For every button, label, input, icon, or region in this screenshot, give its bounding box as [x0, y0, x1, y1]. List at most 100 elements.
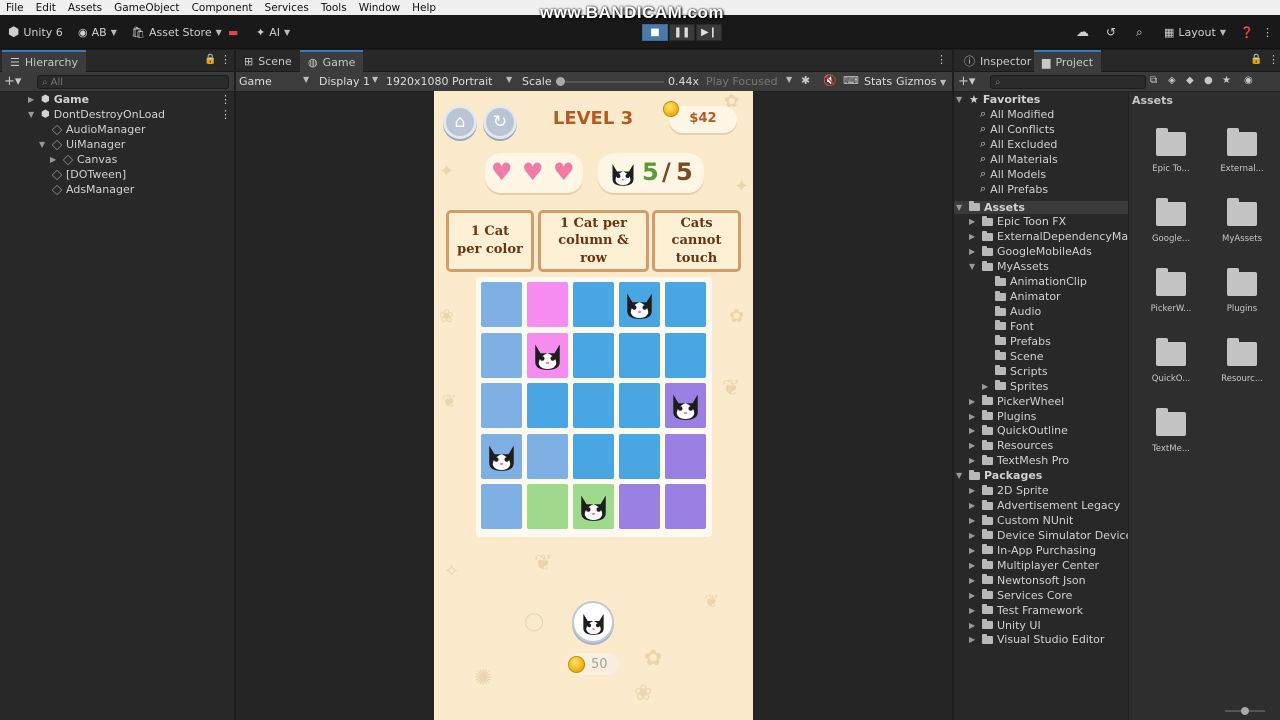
layout-dropdown[interactable]: ▦ Layout ▼	[1164, 23, 1226, 41]
more-options-icon[interactable]: ⋮	[936, 53, 947, 66]
menu-item-assets[interactable]: Assets	[62, 2, 108, 14]
expand-arrow-icon[interactable]: ▶	[28, 95, 37, 104]
asset-grid-item[interactable]: Epic To...	[1129, 128, 1193, 188]
lock-icon[interactable]: 🔒	[204, 54, 216, 65]
display-dropdown[interactable]: Display 1 ▼	[319, 75, 381, 88]
grid-cell[interactable]	[573, 282, 614, 327]
type-filter-icon[interactable]: ◈	[1168, 75, 1176, 86]
assets-section[interactable]: ▼ Assets	[956, 200, 1025, 215]
tab-project[interactable]: ▆ Project	[1034, 50, 1102, 72]
grid-cell[interactable]	[481, 484, 522, 529]
asset-grid-item[interactable]: Resourc...	[1200, 338, 1264, 398]
more-options-icon[interactable]: ⋮	[220, 93, 231, 106]
tab-scene[interactable]: ⊞ Scene	[236, 50, 300, 72]
expand-arrow-icon[interactable]: ▶	[969, 456, 978, 465]
asset-folder[interactable]: Scene	[982, 349, 1044, 364]
scale-slider[interactable]	[556, 77, 664, 86]
cloud-icon[interactable]: ☁	[1076, 23, 1089, 41]
step-button[interactable]: ▶❙	[696, 24, 722, 41]
grid-cell[interactable]	[527, 383, 568, 428]
hierarchy-item[interactable]: AudioManager	[39, 122, 145, 137]
grid-cell[interactable]	[573, 383, 614, 428]
package-item[interactable]: ▶ Newtonsoft Json	[969, 573, 1086, 588]
asset-folder[interactable]: Audio	[982, 304, 1041, 319]
menu-item-tools[interactable]: Tools	[315, 2, 353, 14]
gizmos-dropdown[interactable]: Gizmos ▼	[896, 75, 946, 88]
help-icon[interactable]: ❓	[1240, 23, 1254, 41]
hierarchy-item[interactable]: ▶ ⬢ Game ⋮	[28, 92, 231, 107]
expand-arrow-icon[interactable]: ▶	[969, 531, 978, 540]
grid-cell[interactable]	[527, 282, 568, 327]
packages-section[interactable]: ▼ Packages	[956, 468, 1042, 483]
grid-cell[interactable]	[665, 383, 706, 428]
expand-arrow-icon[interactable]: ▶	[969, 486, 978, 495]
expand-arrow-icon[interactable]: ▶	[969, 397, 978, 406]
search-icon[interactable]: ⌕	[1136, 23, 1143, 41]
tab-inspector[interactable]: ⓘ Inspector	[956, 50, 1039, 72]
expand-arrow-icon[interactable]: ▶	[969, 591, 978, 600]
resolution-dropdown[interactable]: 1920x1080 Portrait ▼	[386, 75, 516, 88]
lock-icon[interactable]: 🔒	[1250, 54, 1262, 65]
hierarchy-item[interactable]: ▶ Canvas	[50, 152, 117, 167]
asset-folder[interactable]: ▶ Plugins	[969, 409, 1036, 424]
menu-item-window[interactable]: Window	[353, 2, 406, 14]
package-item[interactable]: ▶ Services Core	[969, 588, 1072, 603]
grid-cell[interactable]	[573, 433, 614, 479]
record-icon[interactable]: ▬	[228, 23, 238, 41]
grid-cell[interactable]	[527, 484, 568, 529]
expand-arrow-icon[interactable]: ▼	[956, 95, 965, 104]
restart-button[interactable]: ↻	[483, 105, 517, 139]
menu-item-component[interactable]: Component	[186, 2, 259, 14]
expand-arrow-icon[interactable]: ▼	[969, 262, 978, 271]
warning-icon[interactable]: ●	[1204, 75, 1213, 86]
expand-arrow-icon[interactable]: ▶	[969, 516, 978, 525]
star-icon[interactable]: ★	[1222, 75, 1231, 86]
play-focused-dropdown[interactable]: Play Focused ▼	[706, 75, 794, 88]
hierarchy-item[interactable]: ▼ UiManager	[39, 137, 125, 152]
hierarchy-item[interactable]: [DOTween]	[39, 167, 126, 182]
audio-mute-icon[interactable]: 🔇	[823, 74, 837, 87]
asset-folder[interactable]: Font	[982, 319, 1034, 334]
more-options-icon[interactable]: ⋮	[220, 108, 231, 121]
asset-grid-item[interactable]: MyAssets	[1200, 198, 1264, 258]
history-icon[interactable]: ↺	[1106, 23, 1116, 41]
account-dropdown[interactable]: ◉ AB ▼	[78, 23, 117, 41]
expand-arrow-icon[interactable]: ▶	[969, 561, 978, 570]
keyboard-icon[interactable]: ⌨	[843, 74, 859, 87]
package-item[interactable]: ▶ 2D Sprite	[969, 483, 1049, 498]
hierarchy-item[interactable]: AdsManager	[39, 182, 134, 197]
asset-folder[interactable]: ▶ PickerWheel	[969, 394, 1064, 409]
expand-arrow-icon[interactable]: ▶	[982, 382, 991, 391]
grid-cell[interactable]	[665, 282, 706, 327]
asset-folder[interactable]: ▶ GoogleMobileAds	[969, 244, 1092, 259]
favorite-item[interactable]: ⌕ All Excluded	[980, 137, 1057, 152]
icon-size-slider[interactable]	[1225, 707, 1265, 715]
more-options-icon[interactable]: ⋮	[220, 53, 231, 66]
expand-arrow-icon[interactable]: ▼	[39, 140, 48, 149]
expand-arrow-icon[interactable]: ▶	[969, 247, 978, 256]
grid-cell[interactable]	[619, 383, 660, 428]
search-filter-icon[interactable]: ⧉	[1150, 75, 1157, 86]
game-screen[interactable]: ✦ ✿ ✦ ❀ ✿ ❦ ❦ ❦ ✧ ✺ ✿ ❦ ❀ ◯ ⌂ ↻ LEVEL 3 …	[434, 91, 753, 720]
expand-arrow-icon[interactable]: ▶	[969, 546, 978, 555]
grid-cell[interactable]	[619, 282, 660, 327]
asset-folder[interactable]: ▶ QuickOutline	[969, 423, 1068, 438]
more-options-icon[interactable]: ⋮	[1268, 53, 1279, 66]
asset-grid-item[interactable]: Google...	[1129, 198, 1193, 258]
asset-folder[interactable]: Animator	[982, 289, 1061, 304]
package-item[interactable]: ▶ Multiplayer Center	[969, 558, 1099, 573]
package-item[interactable]: ▶ Unity UI	[969, 618, 1041, 633]
stats-button[interactable]: Stats	[864, 75, 892, 88]
package-item[interactable]: ▶ Custom NUnit	[969, 513, 1073, 528]
expand-arrow-icon[interactable]: ▶	[969, 635, 978, 644]
expand-arrow-icon[interactable]: ▶	[969, 606, 978, 615]
grid-cell[interactable]	[527, 433, 568, 479]
asset-grid-item[interactable]: TextMe...	[1129, 408, 1193, 468]
asset-folder[interactable]: Scripts	[982, 364, 1048, 379]
grid-cell[interactable]	[665, 484, 706, 529]
grid-cell[interactable]	[619, 332, 660, 378]
expand-arrow-icon[interactable]: ▼	[956, 203, 965, 212]
grid-cell[interactable]	[665, 433, 706, 479]
asset-grid-item[interactable]: QuickO...	[1129, 338, 1193, 398]
package-item[interactable]: ▶ Advertisement Legacy	[969, 498, 1120, 513]
